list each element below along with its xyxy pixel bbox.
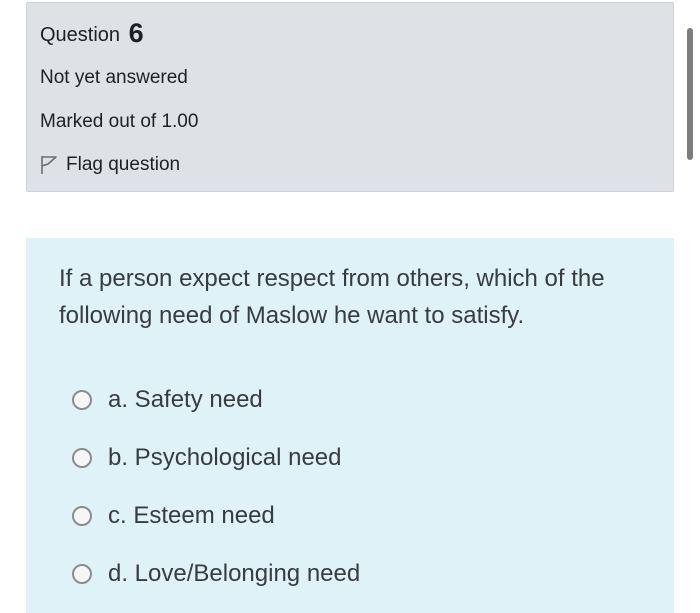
radio-unchecked-icon[interactable] — [72, 506, 92, 526]
vertical-scrollbar[interactable] — [687, 28, 693, 160]
radio-unchecked-icon[interactable] — [72, 564, 92, 584]
question-info-panel: Question 6 Not yet answered Marked out o… — [26, 2, 674, 192]
question-state: Not yet answered — [40, 67, 188, 88]
answer-label: c. Esteem need — [108, 502, 275, 529]
quiz-page: Question 6 Not yet answered Marked out o… — [0, 0, 700, 613]
radio-unchecked-icon[interactable] — [72, 448, 92, 468]
flag-question-button[interactable]: Flag question — [40, 152, 180, 178]
radio-unchecked-icon[interactable] — [72, 390, 92, 410]
answer-option-c[interactable]: c. Esteem need — [72, 487, 360, 545]
question-content-panel: If a person expect respect from others, … — [26, 238, 674, 613]
question-label: Question — [40, 24, 121, 46]
flag-question-label: Flag question — [66, 154, 181, 175]
question-number: 6 — [128, 18, 144, 48]
answer-option-b[interactable]: b. Psychological need — [72, 429, 360, 487]
answer-option-d[interactable]: d. Love/Belonging need — [72, 545, 360, 603]
answer-label: a. Safety need — [108, 386, 263, 413]
answer-label: d. Love/Belonging need — [108, 560, 361, 587]
question-text: If a person expect respect from others, … — [59, 265, 605, 329]
answer-option-a[interactable]: a. Safety need — [72, 371, 360, 429]
answer-options: a. Safety need b. Psychological need c. … — [72, 371, 360, 603]
question-heading: Question 6 — [40, 19, 144, 49]
answer-label: b. Psychological need — [108, 444, 342, 471]
flag-icon — [40, 155, 58, 175]
question-grade: Marked out of 1.00 — [40, 111, 199, 132]
